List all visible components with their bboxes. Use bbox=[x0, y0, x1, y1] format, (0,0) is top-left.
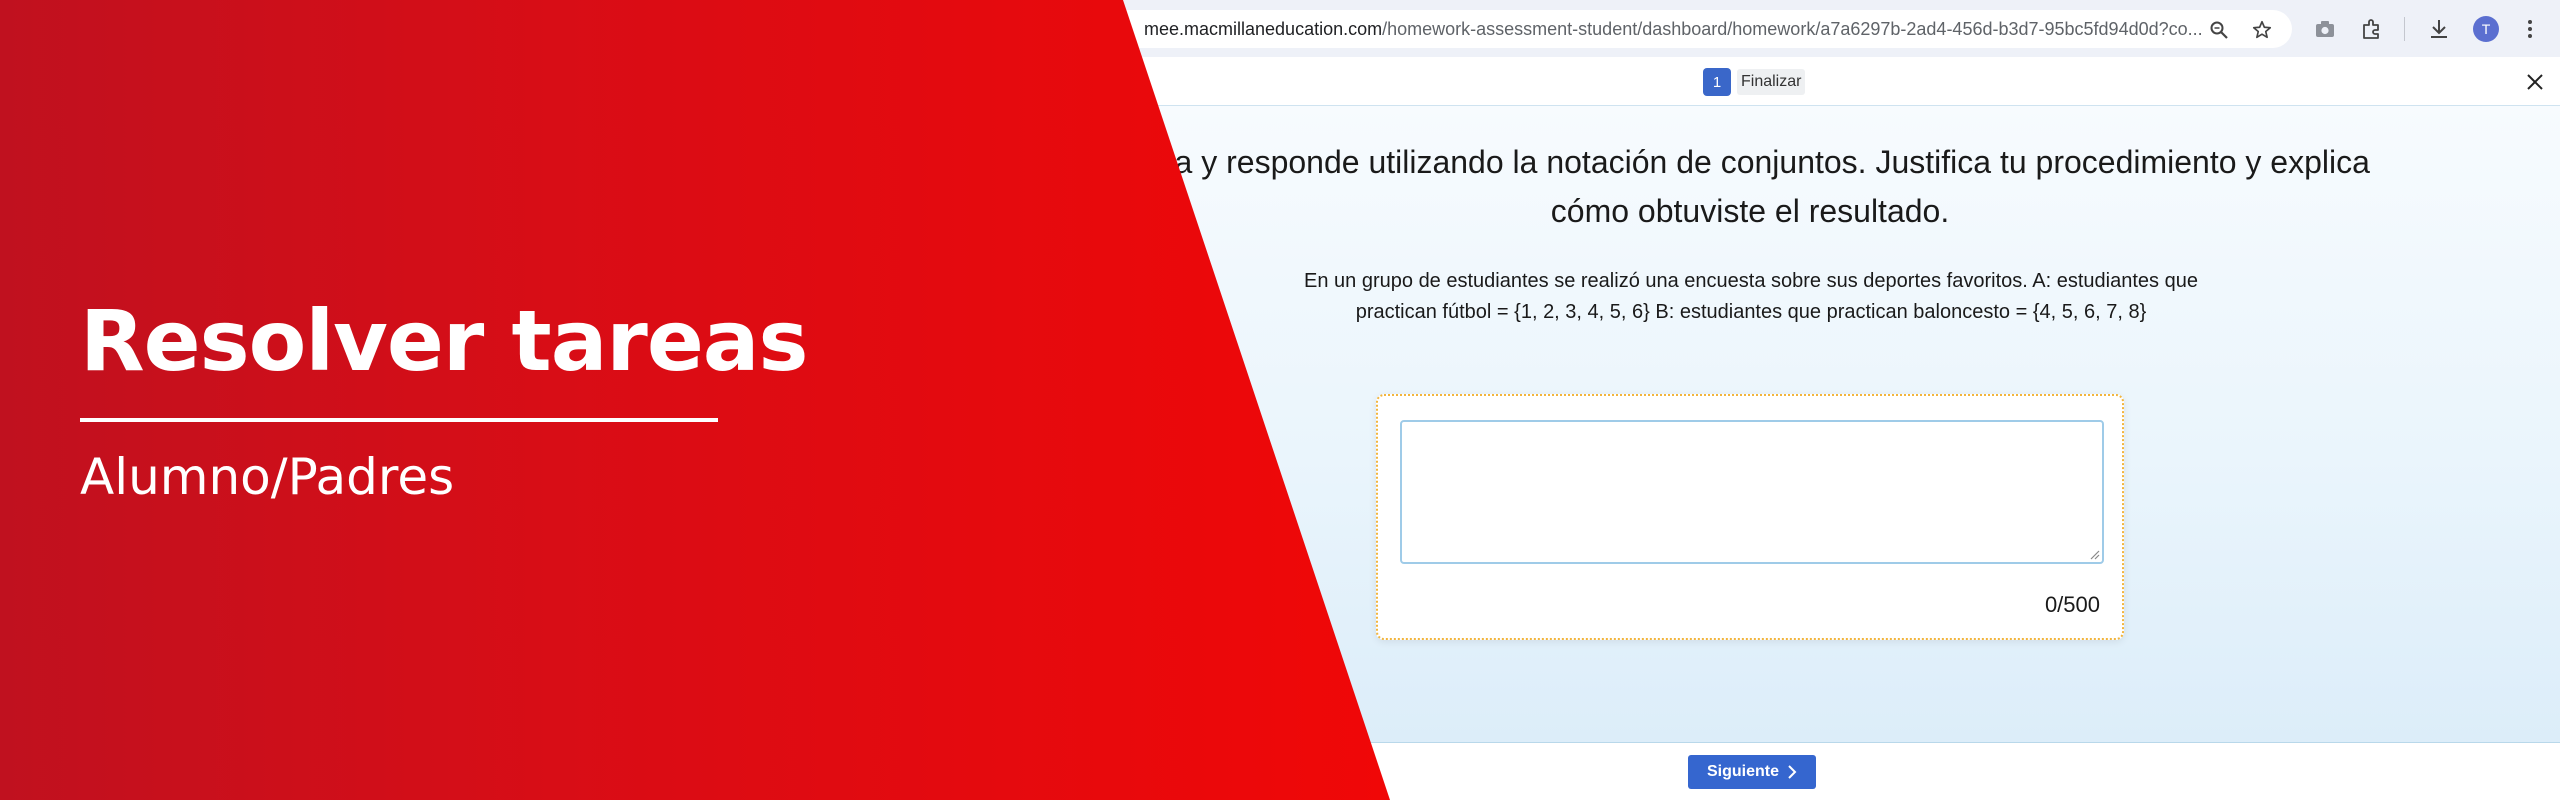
toolbar-divider bbox=[2404, 17, 2405, 41]
question-description: En un grupo de estudiantes se realizó un… bbox=[1304, 270, 2198, 323]
profile-avatar[interactable]: T bbox=[2473, 16, 2499, 42]
promo-subtitle: Alumno/Padres bbox=[80, 448, 455, 506]
star-icon[interactable] bbox=[2250, 18, 2274, 42]
answer-card: 0/500 bbox=[1376, 394, 2124, 640]
page-number-badge[interactable]: 1 bbox=[1703, 68, 1731, 96]
zoom-icon[interactable] bbox=[2208, 19, 2230, 41]
url-path: /homework-assessment-student/dashboard/h… bbox=[1382, 19, 2203, 39]
address-bar[interactable]: mee.macmillaneducation.com/homework-asse… bbox=[1080, 10, 2292, 48]
camera-icon[interactable] bbox=[2314, 18, 2336, 40]
question-title: ema y responde utilizando la notación de… bbox=[1130, 144, 2370, 229]
close-icon[interactable] bbox=[2522, 69, 2548, 95]
finish-button[interactable]: Finalizar bbox=[1737, 69, 1806, 95]
url-host: mee.macmillaneducation.com bbox=[1144, 19, 1383, 39]
character-counter: 0/500 bbox=[2044, 592, 2100, 617]
next-button[interactable]: Siguiente bbox=[1688, 755, 1816, 789]
download-icon[interactable] bbox=[2426, 16, 2452, 42]
url-text[interactable]: mee.macmillaneducation.com/homework-asse… bbox=[1144, 19, 2244, 40]
answer-textarea[interactable] bbox=[1400, 420, 2104, 564]
next-button-label: Siguiente bbox=[1706, 763, 1779, 780]
chevron-right-icon bbox=[1788, 765, 1797, 779]
promo-divider bbox=[80, 418, 718, 422]
extensions-icon[interactable] bbox=[2359, 16, 2385, 42]
menu-icon[interactable] bbox=[2520, 16, 2540, 42]
promo-title: Resolver tareas bbox=[80, 292, 808, 390]
resize-grip-icon[interactable] bbox=[2088, 548, 2100, 560]
